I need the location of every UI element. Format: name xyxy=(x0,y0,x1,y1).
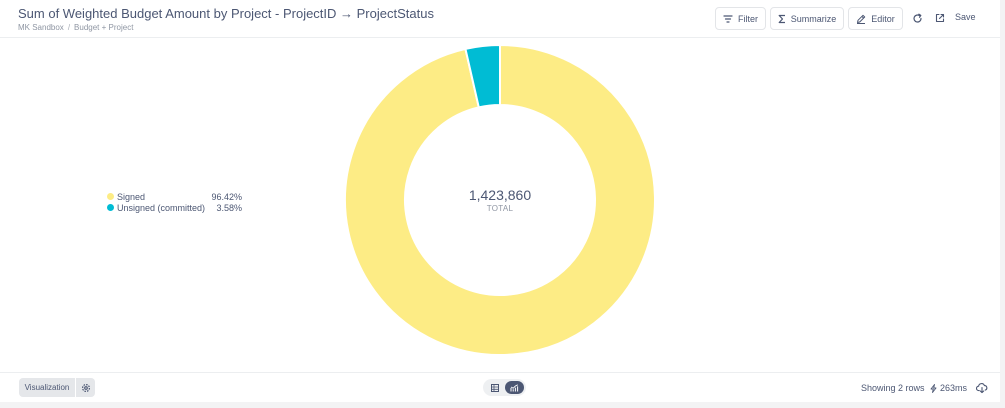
chart-icon xyxy=(510,383,519,391)
refresh-button[interactable] xyxy=(910,11,924,25)
pencil-icon xyxy=(857,14,866,24)
breadcrumb-table[interactable]: Budget + Project xyxy=(74,23,133,32)
legend-color-dot xyxy=(107,204,114,211)
row-count: Showing 2 rows xyxy=(861,383,925,393)
table-view-button[interactable] xyxy=(486,381,504,394)
page-title: Sum of Weighted Budget Amount by Project… xyxy=(18,6,434,21)
legend-label: Unsigned (committed) xyxy=(117,202,206,213)
view-toggle xyxy=(483,379,526,396)
gear-icon xyxy=(81,383,90,392)
editor-button-label: Editor xyxy=(871,13,895,24)
breadcrumb: MK Sandbox / Budget + Project xyxy=(18,23,133,32)
footer-bar: Visualization Showing 2 rows 263ms xyxy=(0,372,1000,402)
lightning-icon xyxy=(930,383,937,393)
chart-legend: Signed 96.42% Unsigned (committed) 3.58% xyxy=(107,191,242,213)
breadcrumb-collection[interactable]: MK Sandbox xyxy=(18,23,64,32)
filter-button-label: Filter xyxy=(738,13,758,24)
open-external-icon xyxy=(935,13,945,23)
visualization-button[interactable]: Visualization xyxy=(19,378,75,397)
visualization-settings-button[interactable] xyxy=(76,378,95,397)
sigma-icon xyxy=(778,14,785,23)
legend-color-dot xyxy=(107,193,114,200)
breadcrumb-separator: / xyxy=(67,23,71,32)
open-external-button[interactable] xyxy=(933,11,947,25)
download-icon[interactable] xyxy=(976,382,988,394)
summarize-button-label: Summarize xyxy=(790,13,837,24)
chart-view-button[interactable] xyxy=(505,381,524,394)
legend-item-signed[interactable]: Signed 96.42% xyxy=(107,191,242,202)
filter-icon xyxy=(723,14,733,23)
table-icon xyxy=(491,383,499,392)
legend-percent: 96.42% xyxy=(211,191,242,202)
query-timing: 263ms xyxy=(930,383,967,393)
legend-label: Signed xyxy=(117,191,146,202)
chart-total-value: 1,423,860 xyxy=(468,187,532,203)
question-view: Sum of Weighted Budget Amount by Project… xyxy=(0,0,1000,402)
filter-button[interactable]: Filter xyxy=(715,7,766,30)
legend-percent: 3.58% xyxy=(216,202,242,213)
editor-button[interactable]: Editor xyxy=(848,7,903,30)
refresh-icon xyxy=(912,13,922,23)
query-timing-value: 263ms xyxy=(940,383,968,393)
header-bar: Sum of Weighted Budget Amount by Project… xyxy=(0,0,1000,38)
save-button[interactable]: Save xyxy=(955,12,976,22)
legend-item-unsigned[interactable]: Unsigned (committed) 3.58% xyxy=(107,202,242,213)
chart-total-label: TOTAL xyxy=(486,204,514,213)
summarize-button[interactable]: Summarize xyxy=(770,7,844,30)
